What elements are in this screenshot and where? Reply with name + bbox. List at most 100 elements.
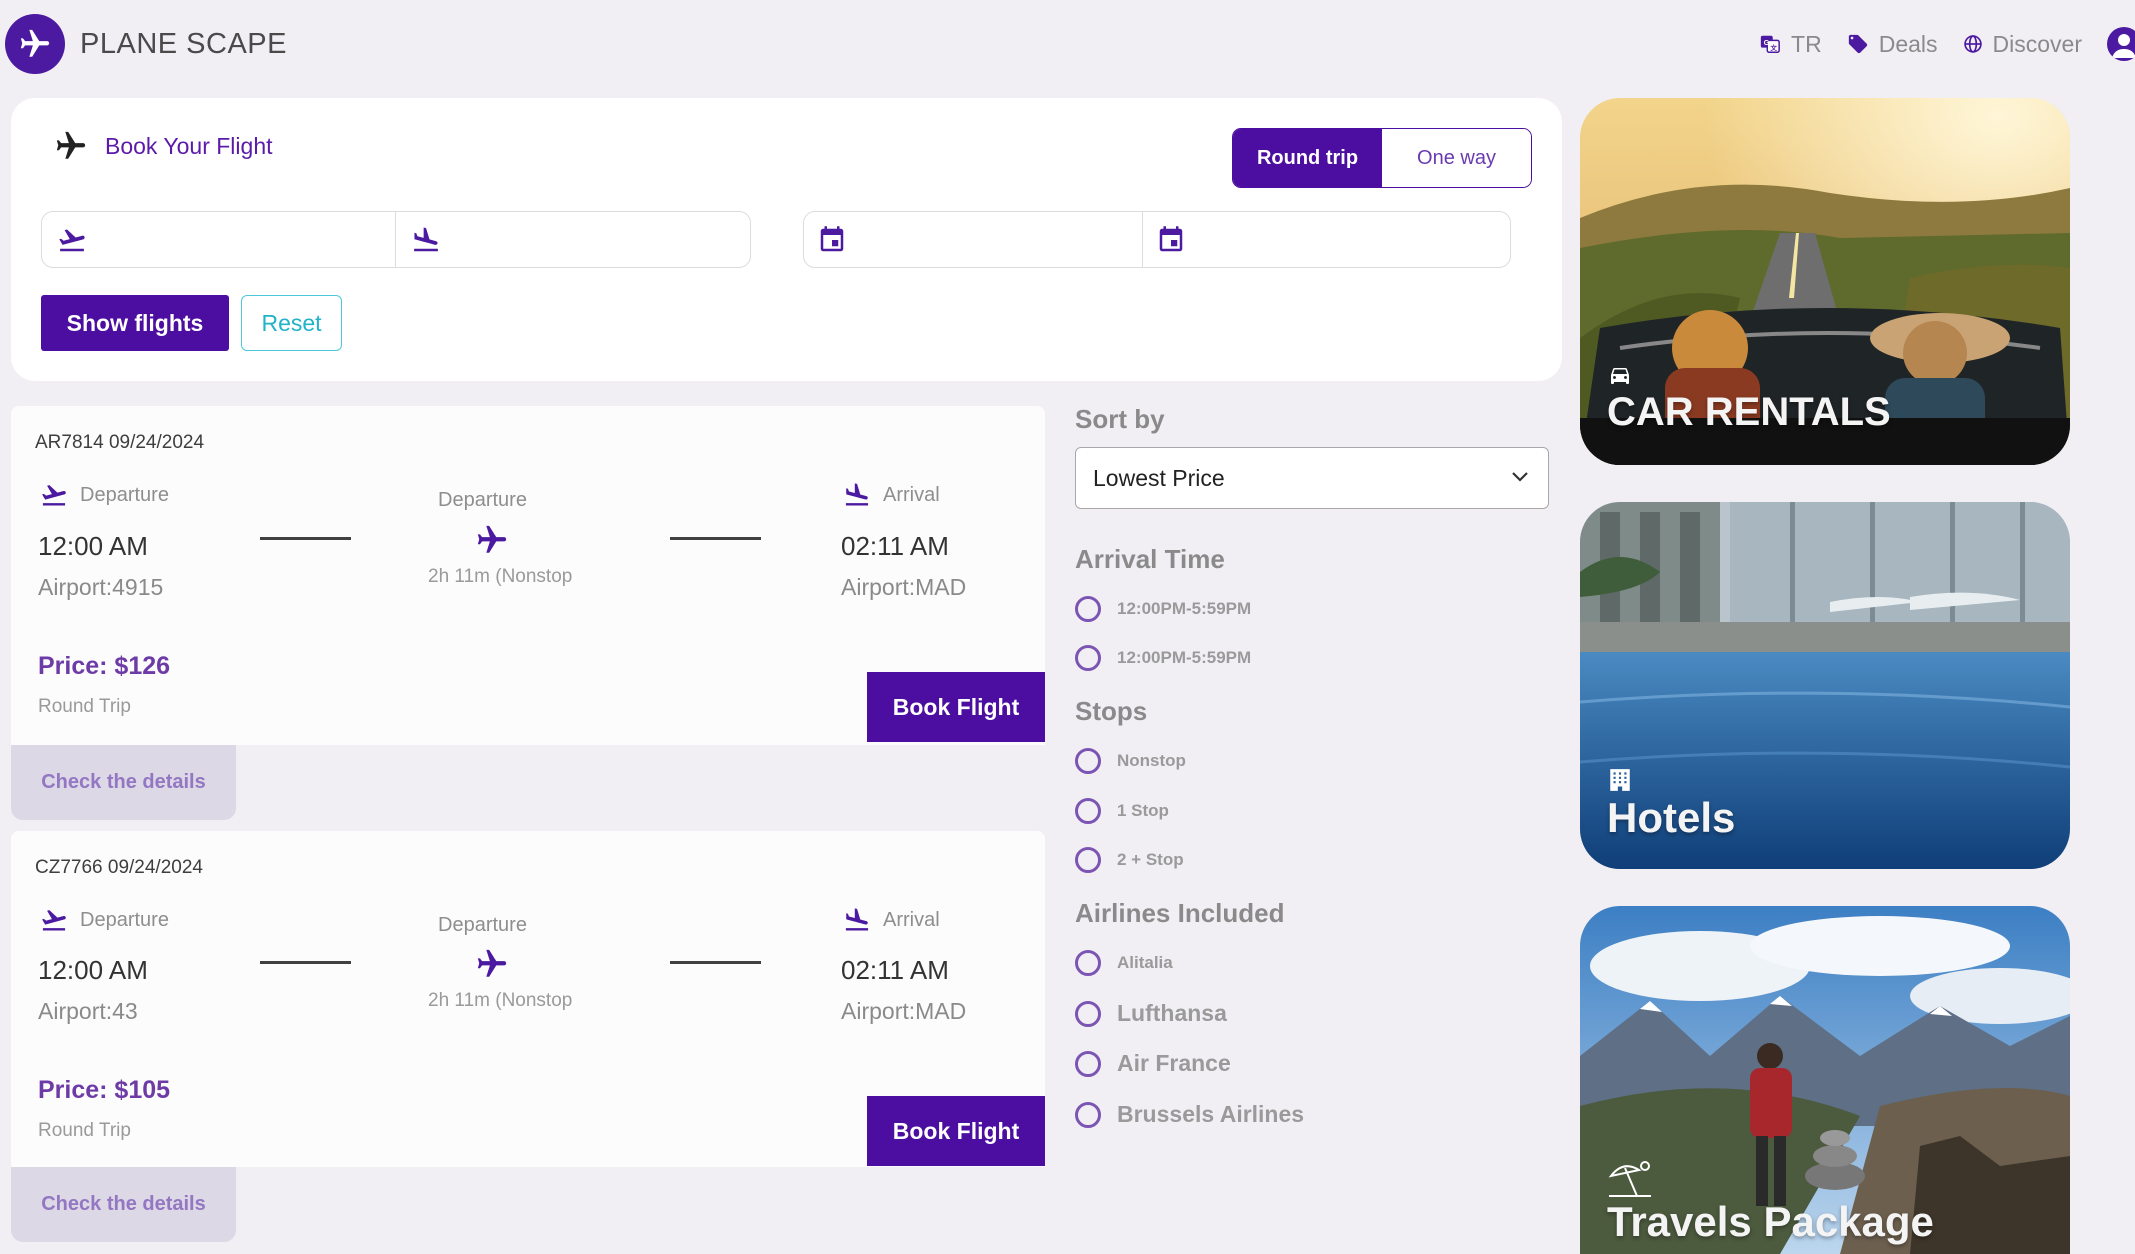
arrival-time: 02:11 AM xyxy=(841,955,949,985)
language-label: TR xyxy=(1791,30,1822,57)
flight-card: AR7814 09/24/2024 Departure 12:00 AM Air… xyxy=(11,406,1045,745)
radio-button[interactable] xyxy=(1075,1101,1101,1128)
from-field[interactable] xyxy=(42,212,395,267)
svg-text:G: G xyxy=(1764,38,1770,47)
travels-package-tile[interactable]: Travels Package xyxy=(1580,906,2070,1254)
flight-price: Price: $126 xyxy=(38,652,171,680)
sort-selected-value: Lowest Price xyxy=(1093,464,1225,491)
route-fields xyxy=(41,211,751,268)
car-icon xyxy=(1611,368,1629,384)
travels-package-label: Travels Package xyxy=(1607,1198,1934,1245)
arrival-time-option[interactable]: 12:00PM-5:59PM xyxy=(1075,645,1251,671)
chevron-down-icon xyxy=(1512,472,1528,482)
deals-link[interactable]: Deals xyxy=(1847,31,1938,58)
trip-type: Round Trip xyxy=(38,1120,131,1141)
arrival-airport: Airport:MAD xyxy=(841,998,967,1024)
route-line xyxy=(260,961,351,964)
airplane-icon xyxy=(477,949,507,977)
car-rentals-label: CAR RENTALS xyxy=(1607,390,1891,434)
flight-code: AR7814 09/24/2024 xyxy=(35,432,205,453)
flight-card: CZ7766 09/24/2024 Departure 12:00 AM Air… xyxy=(11,831,1045,1167)
top-header: PLANE SCAPE G 文 TR Deals Discover xyxy=(0,0,2135,90)
takeoff-icon xyxy=(42,910,66,931)
radio-button[interactable] xyxy=(1075,847,1101,873)
language-selector[interactable]: G 文 TR xyxy=(1759,31,1822,58)
airline-option[interactable]: Alitalia xyxy=(1075,950,1173,976)
book-flight-button[interactable]: Book Flight xyxy=(867,1096,1045,1166)
discover-link[interactable]: Discover xyxy=(1963,31,2082,58)
car-rentals-tile[interactable]: CAR RENTALS xyxy=(1580,98,2070,465)
booking-title: Book Your Flight xyxy=(54,129,273,163)
reset-button[interactable]: Reset xyxy=(241,295,342,351)
route-line xyxy=(260,537,351,540)
radio-button[interactable] xyxy=(1075,950,1101,976)
radio-button[interactable] xyxy=(1075,748,1101,774)
landing-icon xyxy=(414,227,438,251)
flight-price: Price: $105 xyxy=(38,1076,171,1104)
to-field[interactable] xyxy=(395,212,750,267)
airlines-heading: Airlines Included xyxy=(1075,898,1285,928)
landing-icon xyxy=(845,908,869,931)
booking-title-text: Book Your Flight xyxy=(105,132,273,159)
flight-duration: 2h 11m (Nonstop xyxy=(428,566,573,587)
one-way-button[interactable]: One way xyxy=(1382,129,1531,187)
stops-heading: Stops xyxy=(1075,696,1148,726)
tag-icon xyxy=(1848,34,1867,54)
user-icon[interactable] xyxy=(2107,27,2135,61)
hotel-building-icon xyxy=(1610,769,1630,791)
departure-time: 12:00 AM xyxy=(38,955,148,985)
date-fields xyxy=(803,211,1511,268)
return-date-field[interactable] xyxy=(1142,212,1510,267)
airline-option[interactable]: Air France xyxy=(1075,1050,1231,1077)
radio-button[interactable] xyxy=(1075,1000,1101,1027)
arrival-airport: Airport:MAD xyxy=(841,574,967,600)
middle-label: Departure xyxy=(438,914,527,936)
departure-airport: Airport:4915 xyxy=(38,574,164,600)
check-details-button[interactable]: Check the details xyxy=(11,745,236,820)
takeoff-icon xyxy=(42,485,66,506)
hotels-tile[interactable]: Hotels xyxy=(1580,502,2070,869)
trip-type: Round Trip xyxy=(38,696,131,717)
translate-icon: G 文 xyxy=(1760,35,1780,53)
landing-icon xyxy=(845,483,869,506)
arrival-time: 02:11 AM xyxy=(841,531,949,561)
radio-button[interactable] xyxy=(1075,1050,1101,1077)
departure-airport: Airport:43 xyxy=(38,998,138,1024)
calendar-icon xyxy=(820,225,844,251)
show-flights-button[interactable]: Show flights xyxy=(41,295,229,351)
airline-option[interactable]: Brussels Airlines xyxy=(1075,1101,1304,1128)
arrival-time-heading: Arrival Time xyxy=(1075,544,1225,574)
airline-option[interactable]: Lufthansa xyxy=(1075,1000,1227,1027)
arrival-time-option[interactable]: 12:00PM-5:59PM xyxy=(1075,596,1251,622)
route-line xyxy=(670,537,761,540)
radio-button[interactable] xyxy=(1075,596,1101,622)
flight-duration: 2h 11m (Nonstop xyxy=(428,990,573,1011)
round-trip-button[interactable]: Round trip xyxy=(1233,129,1382,187)
svg-text:文: 文 xyxy=(1771,43,1778,52)
depart-date-field[interactable] xyxy=(804,212,1142,267)
discover-label: Discover xyxy=(1992,30,2082,57)
hotels-label: Hotels xyxy=(1607,794,1736,841)
airplane-icon xyxy=(56,131,86,159)
flight-code: CZ7766 09/24/2024 xyxy=(35,857,203,878)
middle-label: Departure xyxy=(438,489,527,511)
sort-by-heading: Sort by xyxy=(1075,404,1165,434)
arrival-label: Arrival xyxy=(841,906,940,934)
calendar-icon xyxy=(1159,225,1183,251)
departure-time: 12:00 AM xyxy=(38,531,148,561)
sort-select[interactable]: Lowest Price xyxy=(1075,447,1549,509)
departure-label: Departure xyxy=(38,906,169,934)
airplane-icon xyxy=(477,525,507,553)
check-details-button[interactable]: Check the details xyxy=(11,1167,236,1242)
book-flight-button[interactable]: Book Flight xyxy=(867,672,1045,742)
beach-umbrella-icon xyxy=(1608,1161,1651,1197)
arrival-label: Arrival xyxy=(841,481,940,509)
stops-option[interactable]: 1 Stop xyxy=(1075,798,1169,824)
radio-button[interactable] xyxy=(1075,645,1101,671)
logo-airplane-icon[interactable] xyxy=(5,14,65,74)
stops-option[interactable]: Nonstop xyxy=(1075,748,1186,774)
radio-button[interactable] xyxy=(1075,798,1101,824)
brand-name[interactable]: PLANE SCAPE xyxy=(80,28,287,61)
stops-option[interactable]: 2 + Stop xyxy=(1075,847,1184,873)
trip-type-toggle: Round trip One way xyxy=(1232,128,1532,188)
